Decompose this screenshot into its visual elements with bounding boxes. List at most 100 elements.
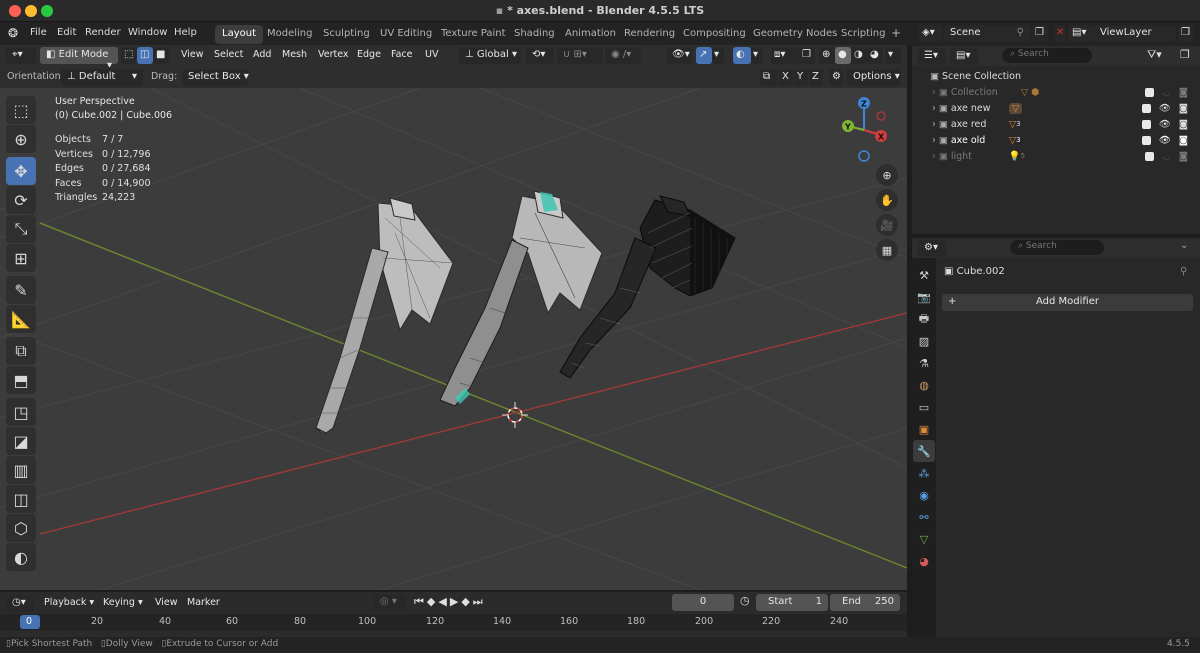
exclude-checkbox[interactable] — [1141, 103, 1151, 113]
expand-chevron-icon[interactable]: › — [932, 103, 939, 114]
properties-editor-icon[interactable]: ⚙▾ — [918, 240, 946, 257]
menu-help[interactable]: Help — [174, 27, 197, 38]
render-camera-icon[interactable]: ◙ — [1179, 151, 1188, 162]
menu-edit[interactable]: Edit — [57, 27, 76, 38]
menu-render[interactable]: Render — [85, 27, 121, 38]
3d-viewport[interactable]: ⬚ ⊕ ✥ ⟳ ⤡ ⊞ ✎ 📐 ⧉ ⬒ ◳ ◪ ▥ ◫ ⬡ ◐ User Per… — [0, 88, 907, 590]
extrude-tool-icon[interactable]: ⬒ — [6, 366, 36, 394]
annotate-tool-icon[interactable]: ✎ — [6, 276, 36, 304]
expand-chevron-icon[interactable]: › — [932, 135, 939, 146]
transform-orientation-dropdown[interactable]: ⊥ Global ▾ — [459, 47, 521, 64]
menu-add[interactable]: Add — [253, 49, 271, 60]
play-reverse-icon[interactable]: ◀ — [438, 595, 449, 608]
add-modifier-button[interactable]: + Add Modifier — [942, 294, 1193, 311]
pin-icon[interactable]: ⚲ — [1017, 27, 1024, 38]
timeline-menu-keying[interactable]: Keying ▾ — [103, 597, 143, 608]
outliner-row-axe-red[interactable]: › ▣ axe red ▽ 3 👁 ◙ — [918, 116, 1194, 132]
pan-view-icon[interactable]: ✋ — [876, 189, 898, 211]
visibility-icon[interactable]: 👁▾ — [666, 47, 692, 64]
navigation-gizmo[interactable]: Z Y X — [832, 94, 892, 166]
add-cube-tool-icon[interactable]: ⧉ — [6, 337, 36, 365]
outliner-row-light[interactable]: › ▣ light 💡 5 ◡ ◙ — [918, 148, 1194, 164]
object-tab-icon[interactable]: ▣ — [913, 418, 935, 440]
tab-modeling[interactable]: Modeling — [260, 25, 320, 44]
transform-tool-icon[interactable]: ⊞ — [6, 244, 36, 272]
tab-animation[interactable]: Animation — [558, 25, 623, 44]
outliner-editor-icon[interactable]: ☰▾ — [918, 48, 946, 65]
expand-chevron-icon[interactable]: › — [932, 119, 939, 130]
gizmo-neg-z[interactable] — [858, 150, 870, 162]
scene-selector-icon[interactable]: ◈▾ — [918, 25, 942, 42]
scale-tool-icon[interactable]: ⤡ — [6, 215, 36, 243]
tab-geometry-nodes[interactable]: Geometry Nodes — [746, 25, 844, 44]
particles-tab-icon[interactable]: ⁂ — [913, 462, 935, 484]
hide-eye-icon[interactable]: ◡ — [1162, 151, 1170, 162]
scene-tab-icon[interactable]: ⚗ — [913, 352, 935, 374]
menu-file[interactable]: File — [30, 27, 47, 38]
overlays-dropdown-icon[interactable]: ▾ — [751, 47, 763, 64]
expand-chevron-icon[interactable]: › — [932, 151, 939, 162]
material-shading-icon[interactable]: ◑ — [851, 47, 867, 64]
solid-shading-icon[interactable]: ● — [835, 47, 851, 64]
new-scene-icon[interactable]: ❐ — [1032, 25, 1048, 42]
mirror-z-toggle[interactable]: Z — [809, 69, 823, 86]
current-frame-field[interactable]: 0 — [672, 594, 734, 611]
knife-tool-icon[interactable]: ◫ — [6, 485, 36, 513]
exclude-checkbox[interactable] — [1145, 151, 1155, 161]
proportional-edit-icon[interactable]: ◉ /▾ — [605, 47, 641, 64]
inset-tool-icon[interactable]: ◳ — [6, 398, 36, 426]
menu-mesh[interactable]: Mesh — [282, 49, 307, 60]
view-layer-tab-icon[interactable]: ▨ — [913, 330, 935, 352]
jump-end-icon[interactable]: ⏭ — [473, 595, 486, 608]
tab-rendering[interactable]: Rendering — [617, 25, 682, 44]
mode-selector[interactable]: ◧ Edit Mode ▾ — [40, 47, 118, 71]
properties-options-icon[interactable]: ⌄ — [1180, 240, 1188, 251]
blender-logo-icon[interactable]: ❂ — [8, 26, 18, 40]
xray-toggle-icon[interactable]: ❐ — [799, 47, 815, 64]
tab-layout[interactable]: Layout — [215, 25, 263, 44]
menu-uv[interactable]: UV — [425, 49, 438, 60]
timeline-editor-icon[interactable]: ◷▾ — [6, 595, 34, 612]
next-keyframe-icon[interactable]: ◆ — [461, 595, 472, 608]
play-icon[interactable]: ▶ — [450, 595, 461, 608]
shading-dropdown-icon[interactable]: ▾ — [885, 47, 901, 64]
outliner-search[interactable]: ⌕ Search — [1002, 48, 1092, 63]
measure-tool-icon[interactable]: 📐 — [6, 305, 36, 333]
data-tab-icon[interactable]: ▽ — [913, 528, 935, 550]
material-tab-icon[interactable]: ◕ — [913, 550, 935, 572]
mirror-icon[interactable]: ⧉ — [760, 69, 778, 86]
world-tab-icon[interactable]: ◍ — [913, 374, 935, 396]
menu-select[interactable]: Select — [214, 49, 243, 60]
loop-cut-tool-icon[interactable]: ▥ — [6, 456, 36, 484]
tab-shading[interactable]: Shading — [507, 25, 562, 44]
cursor-tool-icon[interactable]: ⊕ — [6, 125, 36, 153]
pivot-point-icon[interactable]: ⟲▾ — [526, 47, 554, 64]
bevel-tool-icon[interactable]: ◪ — [6, 427, 36, 455]
display-mode-icon[interactable]: ▤▾ — [950, 48, 978, 65]
outliner-row-axe-old[interactable]: › ▣ axe old ▽ 3 👁 ◙ — [918, 132, 1194, 148]
render-camera-icon[interactable]: ◙ — [1179, 87, 1188, 98]
rendered-shading-icon[interactable]: ◕ — [867, 47, 883, 64]
snap-icon[interactable]: ∪ ⊞▾ — [557, 47, 603, 64]
perspective-toggle-icon[interactable]: ▦ — [876, 239, 898, 261]
timeline-menu-marker[interactable]: Marker — [187, 597, 220, 608]
exclude-checkbox[interactable] — [1141, 119, 1151, 129]
axe-mesh-middle[interactable] — [439, 190, 603, 407]
expand-chevron-icon[interactable]: › — [932, 87, 939, 98]
remove-scene-icon[interactable]: ✕ — [1054, 25, 1066, 42]
visibility-eye-icon[interactable]: 👁 — [1159, 103, 1171, 114]
new-view-layer-icon[interactable]: ❐ — [1178, 25, 1194, 42]
mirror-y-toggle[interactable]: Y — [794, 69, 808, 86]
constraints-tab-icon[interactable]: ⚯ — [913, 506, 935, 528]
properties-search[interactable]: ⌕ Search — [1010, 240, 1104, 255]
mesh-overlays-icon[interactable]: ⧈▾ — [771, 47, 799, 64]
tab-sculpting[interactable]: Sculpting — [316, 25, 377, 44]
drag-dropdown[interactable]: Select Box ▾ — [182, 69, 249, 86]
menu-window[interactable]: Window — [128, 27, 167, 38]
menu-view[interactable]: View — [181, 49, 204, 60]
visibility-eye-icon[interactable]: 👁 — [1159, 135, 1171, 146]
jump-start-icon[interactable]: ⏮ — [414, 595, 427, 608]
scene-name-field[interactable]: Scene ⚲ — [944, 25, 1030, 42]
tab-compositing[interactable]: Compositing — [676, 25, 753, 44]
outliner-row-axe-new[interactable]: › ▣ axe new ▽ 👁 ◙ — [918, 100, 1194, 116]
